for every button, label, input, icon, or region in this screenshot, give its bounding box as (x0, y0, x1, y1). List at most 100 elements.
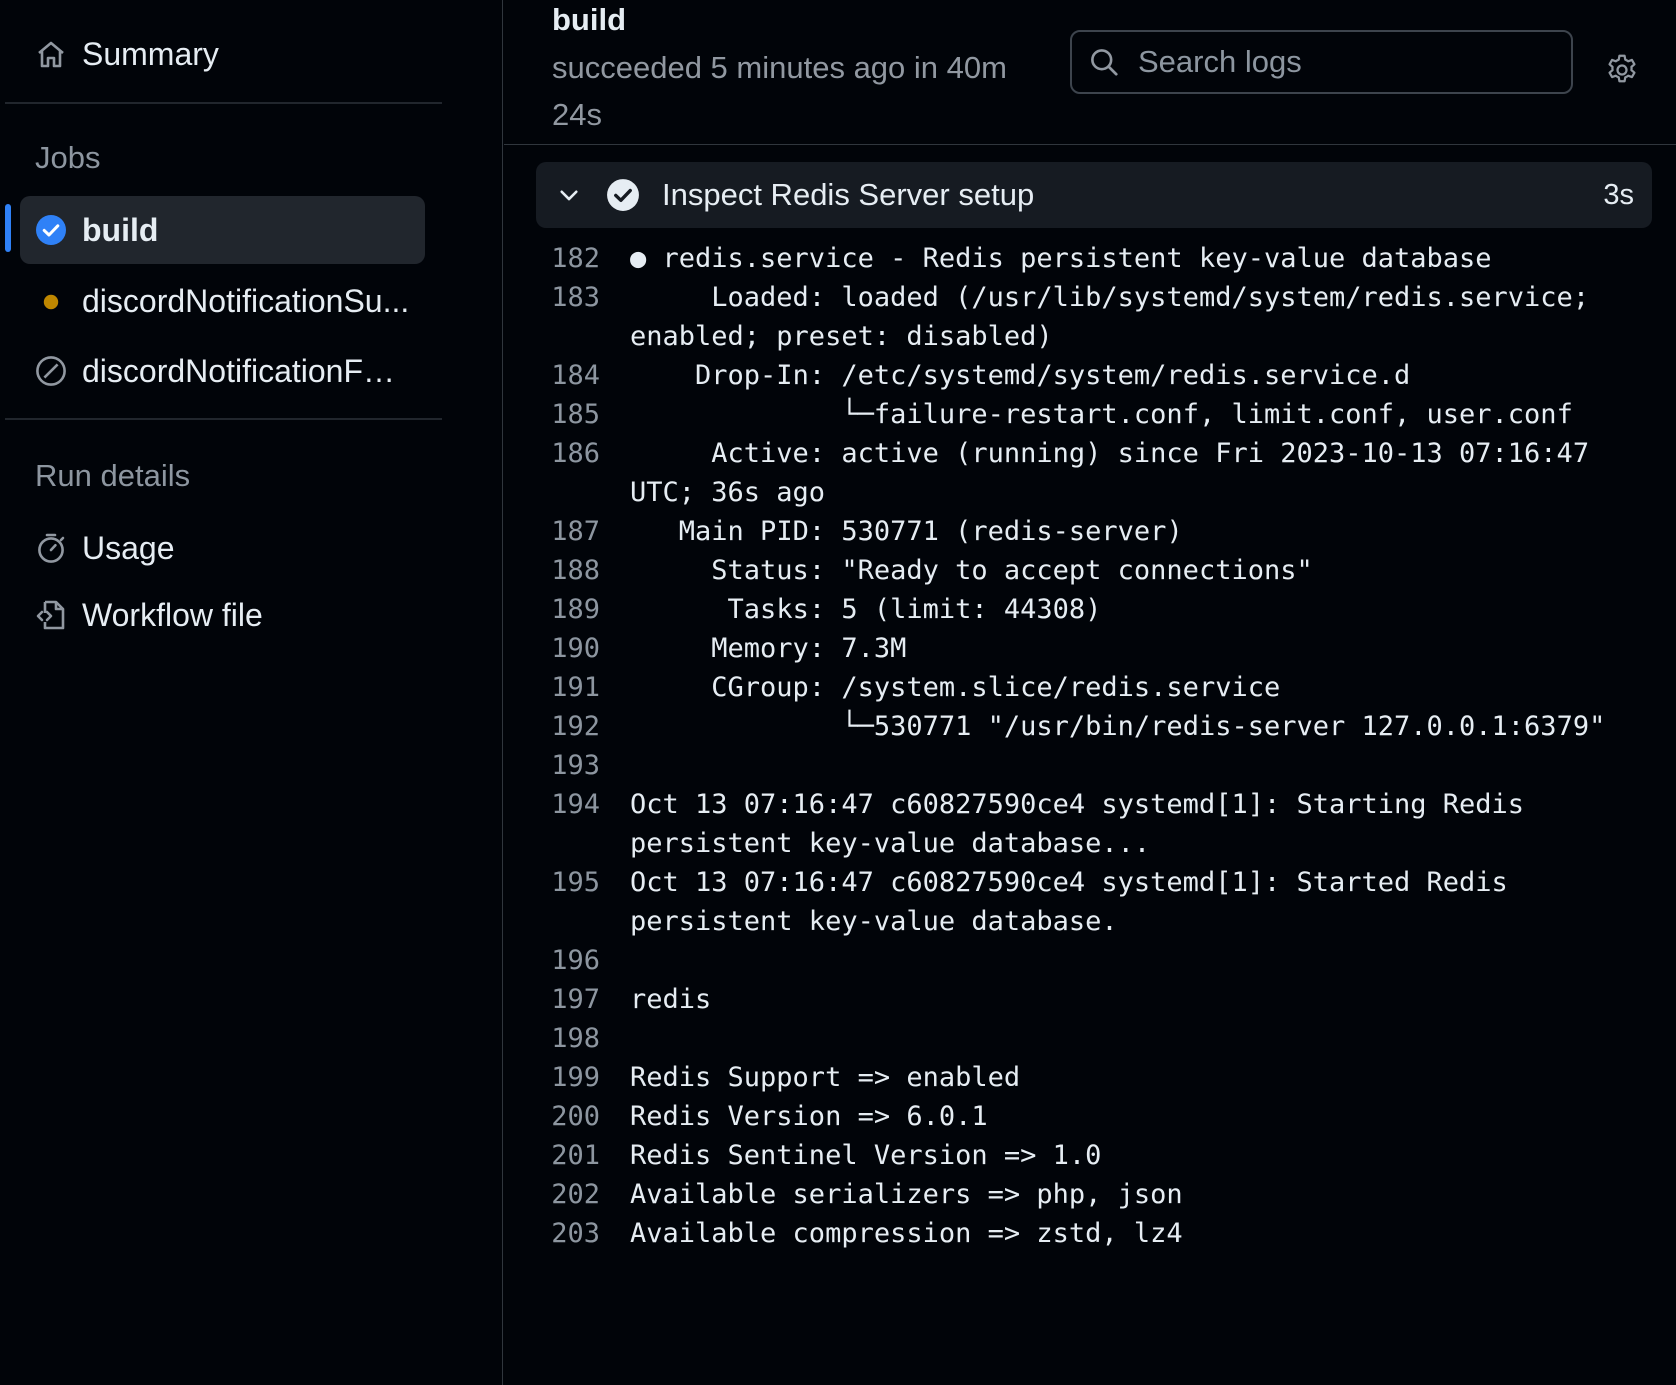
sidebar-item-label: Workflow file (82, 596, 263, 633)
chevron-down-icon[interactable] (538, 182, 600, 208)
log-text: Status: "Ready to accept connections" (630, 555, 1313, 586)
active-indicator (5, 204, 11, 252)
check-circle-fill-icon (20, 214, 82, 246)
log-text: Redis Support => enabled (630, 1062, 1021, 1093)
log-line: 182 ● redis.service - Redis persistent ke… (504, 239, 1676, 278)
log-line: 190 Memory: 7.3M (504, 629, 1676, 668)
log-line: 194 Oct 13 07:16:47 c60827590ce4 systemd[… (504, 785, 1676, 863)
sidebar-item-job-discord-success[interactable]: discordNotificationSu... (20, 267, 425, 335)
step-duration: 3s (1603, 178, 1634, 211)
log-text: Redis Version => 6.0.1 (630, 1101, 988, 1132)
sidebar-item-summary[interactable]: Summary (20, 20, 425, 88)
log-text: Loaded: loaded (/usr/lib/systemd/system/… (630, 282, 1606, 352)
line-number[interactable]: 191 (504, 668, 630, 707)
log-text: CGroup: /system.slice/redis.service (630, 672, 1281, 703)
sidebar-item-label: Usage (82, 529, 175, 566)
home-icon (20, 38, 82, 70)
sidebar-item-job-discord-failure[interactable]: discordNotificationFai... (20, 337, 425, 405)
line-number[interactable]: 201 (504, 1136, 630, 1175)
log-text: Oct 13 07:16:47 c60827590ce4 systemd[1]:… (630, 867, 1525, 937)
search-logs[interactable] (1070, 30, 1573, 94)
line-number[interactable]: 195 (504, 863, 630, 941)
line-number[interactable]: 193 (504, 746, 630, 785)
log-text: redis (630, 984, 712, 1015)
log-text: Drop-In: /etc/systemd/system/redis.servi… (630, 360, 1411, 391)
search-input[interactable] (1136, 43, 1560, 81)
divider (5, 102, 442, 104)
line-number[interactable]: 183 (504, 278, 630, 356)
sidebar-item-usage[interactable]: Usage (20, 514, 425, 582)
log-line: 183 Loaded: loaded (/usr/lib/systemd/sys… (504, 278, 1676, 356)
run-details-heading: Run details (35, 458, 191, 493)
line-number[interactable]: 188 (504, 551, 630, 590)
line-number[interactable]: 199 (504, 1058, 630, 1097)
log-text: Active: active (running) since Fri 2023-… (630, 438, 1606, 508)
stopwatch-icon (20, 532, 82, 564)
line-number[interactable]: 185 (504, 395, 630, 434)
log-line: 191 CGroup: /system.slice/redis.service (504, 668, 1676, 707)
log-line: 203 Available compression => zstd, lz4 (504, 1214, 1676, 1253)
divider (5, 418, 442, 420)
log-line: 192 └─530771 "/usr/bin/redis-server 127.… (504, 707, 1676, 746)
log-text: Oct 13 07:16:47 c60827590ce4 systemd[1]:… (630, 789, 1541, 859)
line-number[interactable]: 190 (504, 629, 630, 668)
line-number[interactable]: 200 (504, 1097, 630, 1136)
log-line: 193 (504, 746, 1676, 785)
line-number[interactable]: 202 (504, 1175, 630, 1214)
line-number[interactable]: 186 (504, 434, 630, 512)
sidebar: Summary Jobs build discordNotificationSu… (0, 0, 503, 1385)
log-line: 201 Redis Sentinel Version => 1.0 (504, 1136, 1676, 1175)
sidebar-item-workflow-file[interactable]: Workflow file (20, 581, 425, 649)
dot-fill-icon (20, 285, 82, 317)
line-number[interactable]: 182 (504, 239, 630, 278)
log-line: 198 (504, 1019, 1676, 1058)
sidebar-item-label: build (82, 211, 159, 248)
line-number[interactable]: 198 (504, 1019, 630, 1058)
jobs-heading: Jobs (35, 140, 101, 175)
log-line: 186 Active: active (running) since Fri 2… (504, 434, 1676, 512)
line-number[interactable]: 194 (504, 785, 630, 863)
job-title: build (552, 2, 627, 37)
line-number[interactable]: 184 (504, 356, 630, 395)
sidebar-item-label: discordNotificationFai... (82, 352, 412, 389)
log-text: Available compression => zstd, lz4 (630, 1218, 1183, 1249)
log-line: 200 Redis Version => 6.0.1 (504, 1097, 1676, 1136)
log-text: Redis Sentinel Version => 1.0 (630, 1140, 1102, 1171)
log-text: Main PID: 530771 (redis-server) (630, 516, 1183, 547)
check-circle-icon (600, 178, 646, 212)
log-panel: Inspect Redis Server setup 3s 182 ● redis… (504, 146, 1676, 1385)
log-text: └─failure-restart.conf, limit.conf, user… (630, 399, 1573, 430)
line-number[interactable]: 192 (504, 707, 630, 746)
sidebar-item-label: discordNotificationSu... (82, 282, 410, 319)
log-line: 202 Available serializers => php, json (504, 1175, 1676, 1214)
line-number[interactable]: 187 (504, 512, 630, 551)
file-code-icon (20, 599, 82, 631)
gear-icon[interactable] (1604, 52, 1640, 93)
log-text: ● redis.service - Redis persistent key-v… (630, 243, 1492, 274)
step-header[interactable]: Inspect Redis Server setup 3s (536, 162, 1652, 228)
log-line: 187 Main PID: 530771 (redis-server) (504, 512, 1676, 551)
log-line: 188 Status: "Ready to accept connections… (504, 551, 1676, 590)
log-line: 195 Oct 13 07:16:47 c60827590ce4 systemd[… (504, 863, 1676, 941)
skip-icon (20, 355, 82, 387)
search-icon (1072, 47, 1136, 77)
log-lines: 182 ● redis.service - Redis persistent ke… (504, 239, 1676, 1253)
log-line: 185 └─failure-restart.conf, limit.conf, … (504, 395, 1676, 434)
log-text: └─530771 "/usr/bin/redis-server 127.0.0.… (630, 711, 1606, 742)
log-line: 189 Tasks: 5 (limit: 44308) (504, 590, 1676, 629)
job-status: succeeded 5 minutes ago in 40m 24s (552, 50, 1007, 132)
log-line: 199 Redis Support => enabled (504, 1058, 1676, 1097)
log-line: 184 Drop-In: /etc/systemd/system/redis.s… (504, 356, 1676, 395)
line-number[interactable]: 196 (504, 941, 630, 980)
log-line: 196 (504, 941, 1676, 980)
log-text: Tasks: 5 (limit: 44308) (630, 594, 1102, 625)
log-text: Available serializers => php, json (630, 1179, 1183, 1210)
line-number[interactable]: 189 (504, 590, 630, 629)
line-number[interactable]: 203 (504, 1214, 630, 1253)
line-number[interactable]: 197 (504, 980, 630, 1019)
step-name: Inspect Redis Server setup (662, 177, 1035, 212)
sidebar-item-job-build[interactable]: build (20, 196, 425, 264)
